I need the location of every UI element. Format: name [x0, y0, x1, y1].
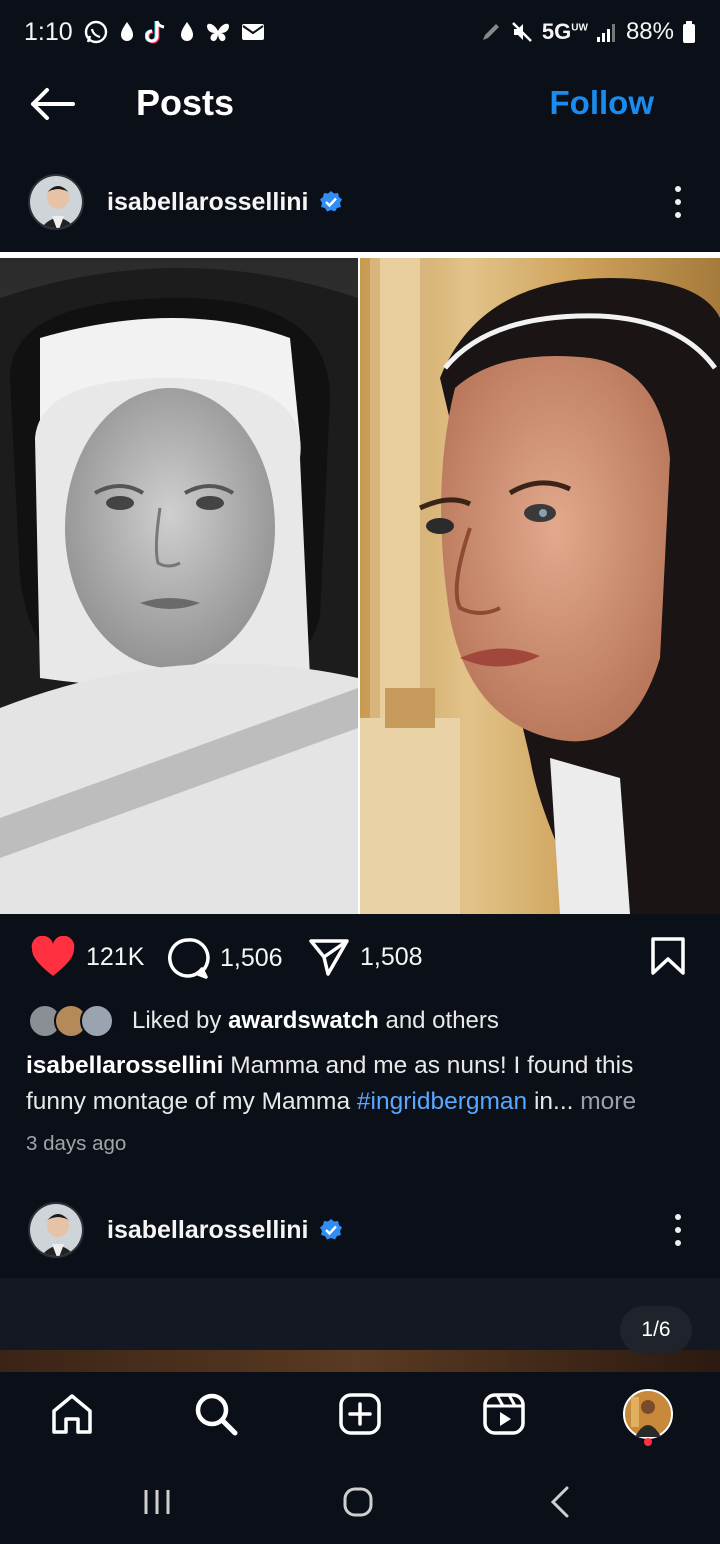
recent-apps-button[interactable] [140, 1482, 174, 1522]
caption-tail: in... [527, 1088, 574, 1115]
share-count: 1,508 [360, 942, 423, 971]
avatar [80, 1004, 114, 1038]
mail-icon [241, 18, 265, 46]
verified-badge-icon [319, 1219, 342, 1240]
liked-by-avatars [28, 1002, 120, 1040]
arrow-left-icon [31, 88, 75, 120]
tiktok-icon [144, 18, 169, 46]
post-options-button[interactable] [664, 1210, 692, 1250]
search-icon [195, 1393, 238, 1436]
page-title: Posts [136, 82, 235, 123]
status-time: 1:10 [24, 17, 73, 46]
home-circle-icon [343, 1487, 373, 1517]
nav-home[interactable] [46, 1388, 98, 1440]
butterfly-icon [205, 18, 231, 46]
reels-icon [483, 1393, 525, 1435]
post-media[interactable] [0, 252, 720, 914]
home-button[interactable] [340, 1482, 376, 1522]
battery-icon [682, 18, 696, 46]
liked-by-prefix: Liked by [132, 1007, 229, 1034]
carousel-counter: 1/6 [620, 1306, 692, 1354]
like-button[interactable]: 121K [30, 936, 144, 978]
drop-icon [119, 18, 135, 46]
more-dot-icon [675, 186, 681, 192]
status-left: 1:10 [24, 18, 265, 47]
post-caption: isabellarossellini Mamma and me as nuns!… [26, 1048, 696, 1120]
profile-avatar [623, 1389, 673, 1439]
paper-plane-icon [309, 939, 349, 976]
comment-icon [168, 938, 210, 979]
caption-username[interactable]: isabellarossellini [26, 1052, 223, 1079]
mute-icon [510, 18, 534, 46]
status-right: 5GUW 88% [480, 18, 696, 46]
comment-count: 1,506 [220, 943, 283, 972]
battery-percent: 88% [625, 18, 674, 45]
create-icon [339, 1393, 381, 1435]
more-dot-icon [675, 199, 681, 205]
next-post-media[interactable] [0, 1278, 720, 1372]
bookmark-icon [651, 937, 685, 975]
caption-hashtag[interactable]: #ingridbergman [357, 1088, 527, 1115]
bottom-nav [0, 1372, 720, 1454]
notification-dot [644, 1438, 652, 1446]
post-username[interactable]: isabellarossellini [107, 188, 343, 217]
photo-left-bw-nun [0, 258, 358, 914]
caption-more-link[interactable]: more [573, 1088, 636, 1115]
avatar[interactable] [28, 174, 84, 230]
post-timestamp: 3 days ago [26, 1132, 127, 1155]
photo-right-color-nun [360, 258, 720, 914]
like-count: 121K [86, 942, 145, 971]
liked-by-suffix: and others [378, 1007, 499, 1034]
username-text: isabellarossellini [107, 1215, 309, 1244]
heart-filled-icon [31, 936, 75, 976]
home-icon [52, 1394, 92, 1434]
follow-button[interactable]: Follow [550, 84, 654, 122]
nav-reels[interactable] [478, 1388, 530, 1440]
verified-badge-icon [319, 191, 342, 212]
network-subtype: UW [571, 22, 588, 34]
chevron-left-icon [550, 1486, 569, 1518]
system-back-button[interactable] [544, 1482, 576, 1522]
status-bar: 1:10 5GUW 88% [0, 0, 720, 64]
pen-icon [480, 18, 502, 46]
avatar[interactable] [28, 1202, 84, 1258]
recent-apps-icon [144, 1490, 170, 1514]
more-dot-icon [675, 1214, 681, 1220]
nav-create[interactable] [334, 1388, 386, 1440]
post-username[interactable]: isabellarossellini [107, 1216, 343, 1245]
next-post-header: isabellarossellini [0, 1190, 720, 1270]
system-nav [0, 1454, 720, 1544]
nav-search[interactable] [190, 1388, 242, 1440]
signal-icon [596, 18, 618, 46]
top-bar: Posts Follow [0, 64, 720, 144]
post-actions: 121K 1,506 1,508 [0, 930, 720, 988]
more-dot-icon [675, 1240, 681, 1246]
drop-icon [179, 18, 195, 46]
next-media-preview [0, 1350, 720, 1372]
network-type: 5GUW [541, 19, 588, 44]
nav-profile[interactable] [622, 1388, 674, 1440]
save-button[interactable] [650, 936, 686, 976]
post-options-button[interactable] [664, 182, 692, 222]
back-button[interactable] [26, 82, 78, 126]
post-header: isabellarossellini [0, 162, 720, 242]
username-text: isabellarossellini [107, 187, 309, 216]
comment-button[interactable]: 1,506 [166, 936, 283, 980]
more-dot-icon [675, 212, 681, 218]
liked-by-user[interactable]: awardswatch [228, 1007, 379, 1035]
more-dot-icon [675, 1227, 681, 1233]
whatsapp-icon [83, 18, 109, 46]
liked-by-row[interactable]: Liked by awardswatch and others [28, 1002, 499, 1040]
share-button[interactable]: 1,508 [308, 936, 423, 978]
